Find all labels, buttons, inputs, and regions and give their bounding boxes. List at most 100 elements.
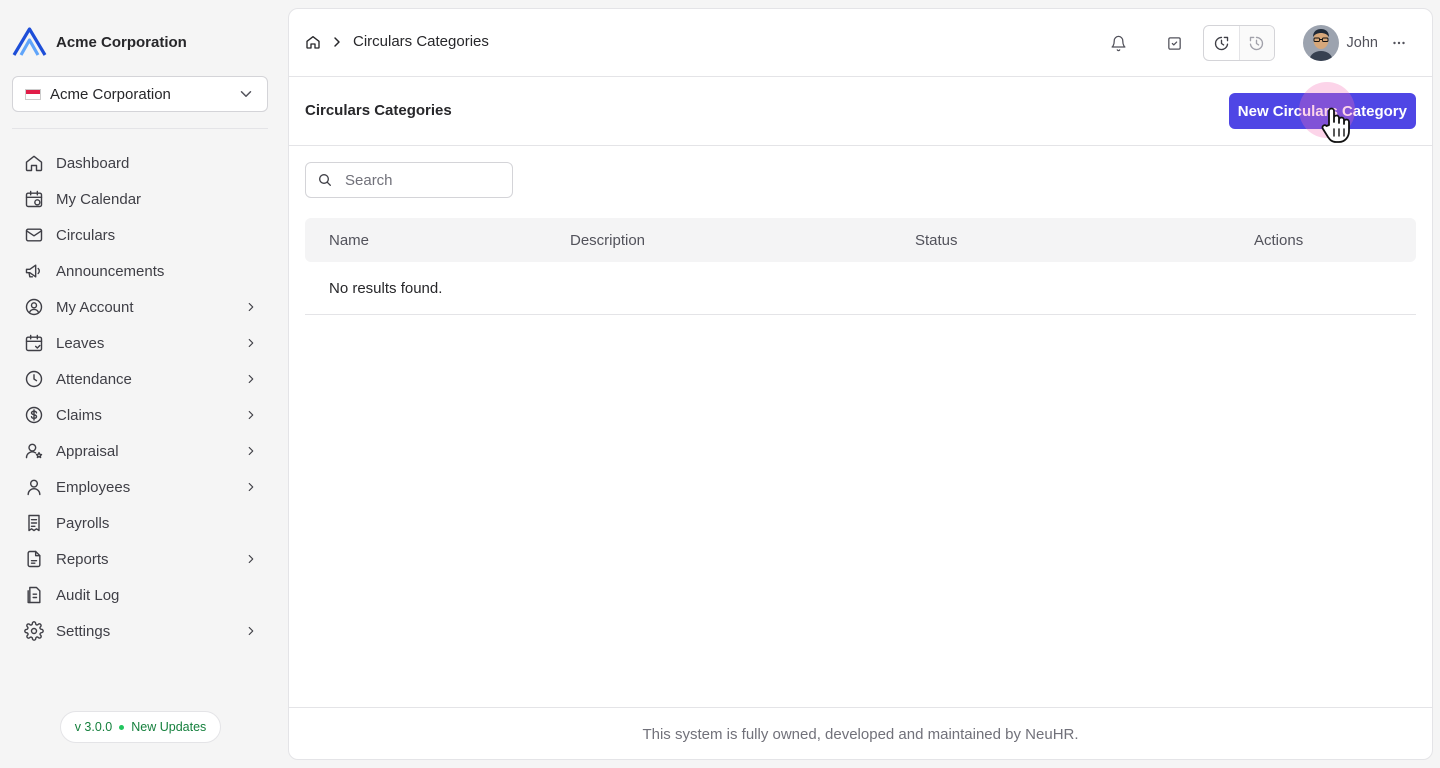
sidebar-item-settings[interactable]: Settings (12, 613, 268, 649)
chevron-right-icon (248, 626, 254, 636)
clock-in-out-group (1202, 25, 1275, 61)
checkbox-icon (1168, 36, 1181, 50)
sidebar-divider (12, 128, 268, 129)
sidebar-item-audit-log[interactable]: Audit Log (12, 577, 268, 613)
empty-state-text: No results found. (329, 279, 443, 297)
sidebar: Acme Corporation Acme Corporation Dashbo… (0, 0, 288, 768)
sidebar-item-label: Announcements (56, 262, 165, 280)
mail-icon (24, 225, 44, 245)
chevron-right-icon (248, 338, 254, 348)
categories-table: Name Description Status Actions No resul… (305, 218, 1416, 315)
sidebar-item-label: My Calendar (56, 190, 142, 208)
home-icon[interactable] (305, 34, 321, 50)
sidebar-item-employees[interactable]: Employees (12, 469, 268, 505)
footer: This system is fully owned, developed an… (289, 707, 1432, 759)
chevron-right-icon (334, 36, 340, 47)
clipboard-icon (24, 585, 44, 605)
main-panel: Circulars Categories John Circulars Cate… (288, 8, 1433, 760)
sidebar-item-label: Settings (56, 622, 111, 640)
status-dot (119, 724, 125, 730)
sidebar-item-leaves[interactable]: Leaves (12, 325, 268, 361)
page-title: Circulars Categories (305, 102, 452, 119)
chevron-right-icon (248, 410, 254, 420)
receipt-icon (24, 513, 44, 533)
sidebar-item-my-account[interactable]: My Account (12, 289, 268, 325)
chevron-down-icon (240, 91, 252, 97)
breadcrumb: Circulars Categories (305, 33, 489, 50)
sidebar-item-label: Reports (56, 550, 109, 568)
home-icon (24, 153, 44, 173)
sidebar-item-my-calendar[interactable]: My Calendar (12, 181, 268, 217)
sidebar-item-label: Employees (56, 478, 131, 496)
organization-select[interactable]: Acme Corporation (12, 76, 268, 112)
sidebar-item-label: Appraisal (56, 442, 119, 460)
chevron-right-icon (248, 446, 254, 456)
megaphone-icon (24, 261, 44, 281)
chevron-right-icon (248, 482, 254, 492)
search-field[interactable] (305, 162, 513, 198)
search-icon (319, 174, 331, 186)
brand-name: Acme Corporation (56, 33, 187, 51)
organization-select-value: Acme Corporation (50, 85, 171, 103)
notifications-button[interactable] (1101, 25, 1137, 61)
column-header-status[interactable]: Status (915, 232, 958, 249)
flag-icon (25, 88, 41, 100)
version-badge[interactable]: v 3.0.0 New Updates (60, 711, 221, 743)
document-icon (24, 549, 44, 569)
clock-in-button[interactable] (1204, 26, 1239, 60)
sidebar-item-label: Audit Log (56, 586, 120, 604)
sidebar-item-label: Leaves (56, 334, 105, 352)
page-header: Circulars Categories New Circulars Categ… (289, 77, 1432, 146)
top-bar: Circulars Categories John (289, 9, 1432, 77)
bell-icon (1111, 35, 1126, 51)
sidebar-item-label: Payrolls (56, 514, 110, 532)
user-icon (24, 477, 44, 497)
sidebar-item-appraisal[interactable]: Appraisal (12, 433, 268, 469)
tasks-button[interactable] (1157, 25, 1193, 61)
user-circle-icon (24, 297, 44, 317)
clock-in-icon (1214, 36, 1228, 50)
table-header: Name Description Status Actions (305, 218, 1416, 262)
user-name: John (1346, 35, 1378, 51)
dollar-circle-icon (24, 405, 44, 425)
column-header-description[interactable]: Description (570, 232, 645, 249)
chevron-right-icon (248, 554, 254, 564)
gear-icon (24, 621, 44, 641)
more-horizontal-icon[interactable] (1390, 34, 1408, 52)
sidebar-item-claims[interactable]: Claims (12, 397, 268, 433)
top-bar-actions: John (1101, 25, 1408, 61)
calendar-check-icon (24, 333, 44, 353)
sidebar-item-dashboard[interactable]: Dashboard (12, 145, 268, 181)
clock-out-button[interactable] (1238, 26, 1274, 60)
version-label: v 3.0.0 (74, 720, 113, 734)
sidebar-item-label: Claims (56, 406, 102, 424)
user-star-icon (24, 441, 44, 461)
footer-text: This system is fully owned, developed an… (642, 726, 1079, 743)
new-circulars-category-button[interactable]: New Circulars Category (1228, 93, 1416, 129)
chevron-right-icon (248, 374, 254, 384)
sidebar-item-payrolls[interactable]: Payrolls (12, 505, 268, 541)
calendar-icon (24, 189, 44, 209)
sidebar-item-label: Circulars (56, 226, 116, 244)
table-empty-row: No results found. (305, 262, 1416, 315)
sidebar-nav: Dashboard My Calendar Circulars Announce… (12, 145, 268, 649)
sidebar-item-circulars[interactable]: Circulars (12, 217, 268, 253)
sidebar-item-reports[interactable]: Reports (12, 541, 268, 577)
column-header-actions: Actions (1254, 231, 1304, 249)
search-input[interactable] (345, 171, 495, 189)
column-header-name[interactable]: Name (329, 232, 369, 249)
clock-out-icon (1249, 36, 1264, 50)
clock-icon (24, 369, 44, 389)
sidebar-item-label: Attendance (56, 370, 132, 388)
chevron-right-icon (248, 302, 254, 312)
sidebar-item-label: My Account (56, 298, 134, 316)
acme-logo-icon (12, 27, 47, 56)
avatar (1302, 25, 1339, 61)
sidebar-item-announcements[interactable]: Announcements (12, 253, 268, 289)
breadcrumb-current: Circulars Categories (353, 33, 489, 50)
new-updates-link[interactable]: New Updates (131, 720, 206, 734)
user-menu[interactable]: John (1302, 25, 1408, 61)
sidebar-item-label: Dashboard (56, 154, 130, 172)
brand[interactable]: Acme Corporation (12, 27, 187, 57)
sidebar-item-attendance[interactable]: Attendance (12, 361, 268, 397)
